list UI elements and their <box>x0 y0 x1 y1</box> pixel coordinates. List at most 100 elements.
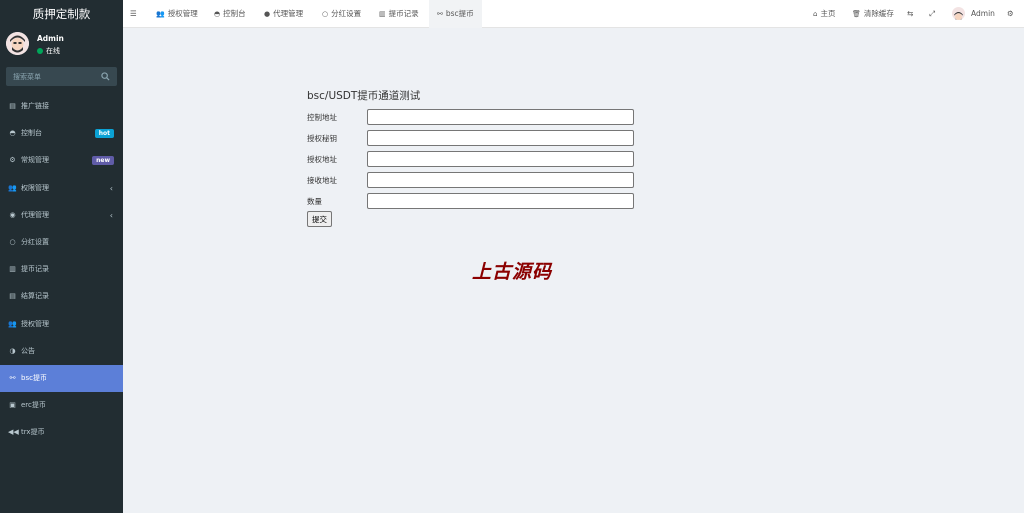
top-navbar: ☰ 👥 授权管理 ◓ 控制台 ● 代理管理 ○ 分红设置 ▥ 提币记录 ⚯ bsc提币 ⌂ 主… <box>123 0 1024 28</box>
user-name: Admin <box>37 34 64 43</box>
sidebar: 质押定制款 Admin 在线 ▤ 推广链接 ◓ 控制台 hot ⚙ 常规管理 new 👥 权… <box>0 0 123 513</box>
motorcycle-icon: ⚯ <box>437 10 443 18</box>
form-row-auth-address: 授权地址 <box>307 151 647 172</box>
clear-cache-label: 清除缓存 <box>863 9 894 18</box>
dashboard-icon: ◓ <box>9 129 16 138</box>
tab-label: 授权管理 <box>167 9 198 18</box>
main-content: bsc/USDT提币通道测试 控制地址 授权秘钥 授权地址 接收地址 数量 提交… <box>123 28 1024 513</box>
form-row-amount: 数量 <box>307 193 647 214</box>
amount-field[interactable] <box>367 193 634 209</box>
tab-label: 控制台 <box>223 9 246 18</box>
clear-cache-button[interactable]: 🗑 清除缓存 <box>852 0 894 28</box>
submit-button[interactable]: 提交 <box>307 211 332 227</box>
auth-key-field[interactable] <box>367 130 634 146</box>
settings-icon[interactable]: ⚙ <box>1007 0 1014 28</box>
sidebar-search <box>6 67 117 86</box>
bank-icon: ▥ <box>9 265 16 274</box>
sidebar-menu: ▤ 推广链接 ◓ 控制台 hot ⚙ 常规管理 new 👥 权限管理 ‹ ◉ 代理管理 ‹ ○ 分红… <box>0 93 123 446</box>
sidebar-item-erc-withdraw[interactable]: ▣ erc提币 <box>0 392 123 419</box>
user-icon: ● <box>264 10 271 18</box>
amount-label: 数量 <box>307 197 322 206</box>
menu-toggle-icon[interactable]: ☰ <box>130 0 137 28</box>
sidebar-item-bsc-withdraw[interactable]: ⚯ bsc提币 <box>0 364 123 393</box>
tab-auth-manage[interactable]: 👥 授权管理 <box>156 0 198 28</box>
sidebar-item-dashboard[interactable]: ◓ 控制台 hot <box>0 120 123 147</box>
sidebar-item-label: 常规管理 <box>21 156 49 165</box>
tab-agents[interactable]: ● 代理管理 <box>264 0 303 28</box>
user-status: 在线 <box>37 46 60 56</box>
auth-address-label: 授权地址 <box>307 155 337 164</box>
user-panel: Admin 在线 <box>0 28 123 64</box>
sidebar-item-label: 权限管理 <box>21 183 49 192</box>
sidebar-item-announcement[interactable]: ◑ 公告 <box>0 338 123 365</box>
search-input[interactable] <box>6 67 96 86</box>
sidebar-item-settlement[interactable]: ▤ 结算记录 <box>0 283 123 310</box>
tab-label: 分红设置 <box>331 9 362 18</box>
user-menu[interactable]: Admin <box>952 0 995 28</box>
list-icon: ▤ <box>9 102 16 110</box>
sidebar-item-dividend[interactable]: ○ 分红设置 <box>0 229 123 256</box>
chevron-left-icon: ‹ <box>109 210 113 220</box>
form-title: bsc/USDT提币通道测试 <box>307 90 421 102</box>
home-icon: ⌂ <box>813 10 818 18</box>
sidebar-item-trx-withdraw[interactable]: ◀◀ trx提币 <box>0 419 123 446</box>
tab-dashboard[interactable]: ◓ 控制台 <box>214 0 246 28</box>
sidebar-item-label: trx提币 <box>21 428 45 437</box>
sidebar-item-label: 代理管理 <box>21 210 49 219</box>
sidebar-item-auth-manage[interactable]: 👥 授权管理 <box>0 311 123 338</box>
tab-label: 提币记录 <box>388 9 419 18</box>
sidebar-item-agents[interactable]: ◉ 代理管理 ‹ <box>0 202 123 229</box>
control-address-label: 控制地址 <box>307 113 337 122</box>
brand-logo[interactable]: 质押定制款 <box>0 0 123 28</box>
search-icon[interactable] <box>101 72 110 81</box>
online-dot-icon <box>37 48 43 54</box>
sidebar-item-label: bsc提币 <box>21 373 47 382</box>
trash-icon: 🗑 <box>852 10 861 18</box>
sidebar-item-label: 授权管理 <box>21 319 49 328</box>
bank-icon: ▥ <box>379 10 386 18</box>
backward-icon: ◀◀ <box>8 428 19 437</box>
sidebar-item-permissions[interactable]: 👥 权限管理 ‹ <box>0 175 123 202</box>
tab-withdraw-records[interactable]: ▥ 提币记录 <box>379 0 419 28</box>
users-icon: 👥 <box>8 183 17 192</box>
sidebar-item-label: 提币记录 <box>21 265 49 274</box>
sidebar-item-general[interactable]: ⚙ 常规管理 new <box>0 147 123 174</box>
form-row-auth-key: 授权秘钥 <box>307 130 647 151</box>
receive-address-label: 接收地址 <box>307 176 337 185</box>
watermark-text: 上古源码 <box>472 261 553 283</box>
avatar <box>952 7 965 20</box>
sidebar-item-label: 控制台 <box>21 129 42 138</box>
users-icon: 👥 <box>156 10 165 18</box>
circle-icon: ○ <box>9 237 16 246</box>
withdraw-form: bsc/USDT提币通道测试 控制地址 授权秘钥 授权地址 接收地址 数量 提交 <box>307 88 647 227</box>
briefcase-icon: ▣ <box>9 401 16 410</box>
dashboard-icon: ◓ <box>214 10 221 18</box>
sidebar-item-label: 公告 <box>21 346 35 355</box>
circle-icon: ○ <box>322 10 329 18</box>
form-row-receive-address: 接收地址 <box>307 172 647 193</box>
hot-badge: hot <box>94 129 114 139</box>
user-label: Admin <box>971 9 995 18</box>
form-row-control-address: 控制地址 <box>307 109 647 130</box>
sidebar-item-promo-link[interactable]: ▤ 推广链接 <box>0 93 123 120</box>
sidebar-item-label: 分红设置 <box>21 237 49 246</box>
auth-address-field[interactable] <box>367 151 634 167</box>
tab-dividend[interactable]: ○ 分红设置 <box>322 0 361 28</box>
translate-icon[interactable]: ⇆ <box>907 0 913 28</box>
adjust-icon: ◑ <box>9 346 16 355</box>
list-icon: ▤ <box>9 292 16 301</box>
sidebar-item-label: 推广链接 <box>21 102 49 110</box>
sidebar-item-withdraw-records[interactable]: ▥ 提币记录 <box>0 256 123 283</box>
receive-address-field[interactable] <box>367 172 634 188</box>
cogs-icon: ⚙ <box>9 156 16 165</box>
motorcycle-icon: ⚯ <box>9 373 16 382</box>
chevron-left-icon: ‹ <box>109 183 113 193</box>
control-address-field[interactable] <box>367 109 634 125</box>
fullscreen-icon[interactable]: ⤢ <box>929 0 935 28</box>
users-icon: 👥 <box>8 319 17 328</box>
tab-label: bsc提币 <box>445 9 474 18</box>
tab-bsc-withdraw[interactable]: ⚯ bsc提币 <box>429 0 482 28</box>
home-link[interactable]: ⌂ 主页 <box>813 0 835 28</box>
avatar <box>6 32 29 55</box>
status-label: 在线 <box>46 47 60 55</box>
